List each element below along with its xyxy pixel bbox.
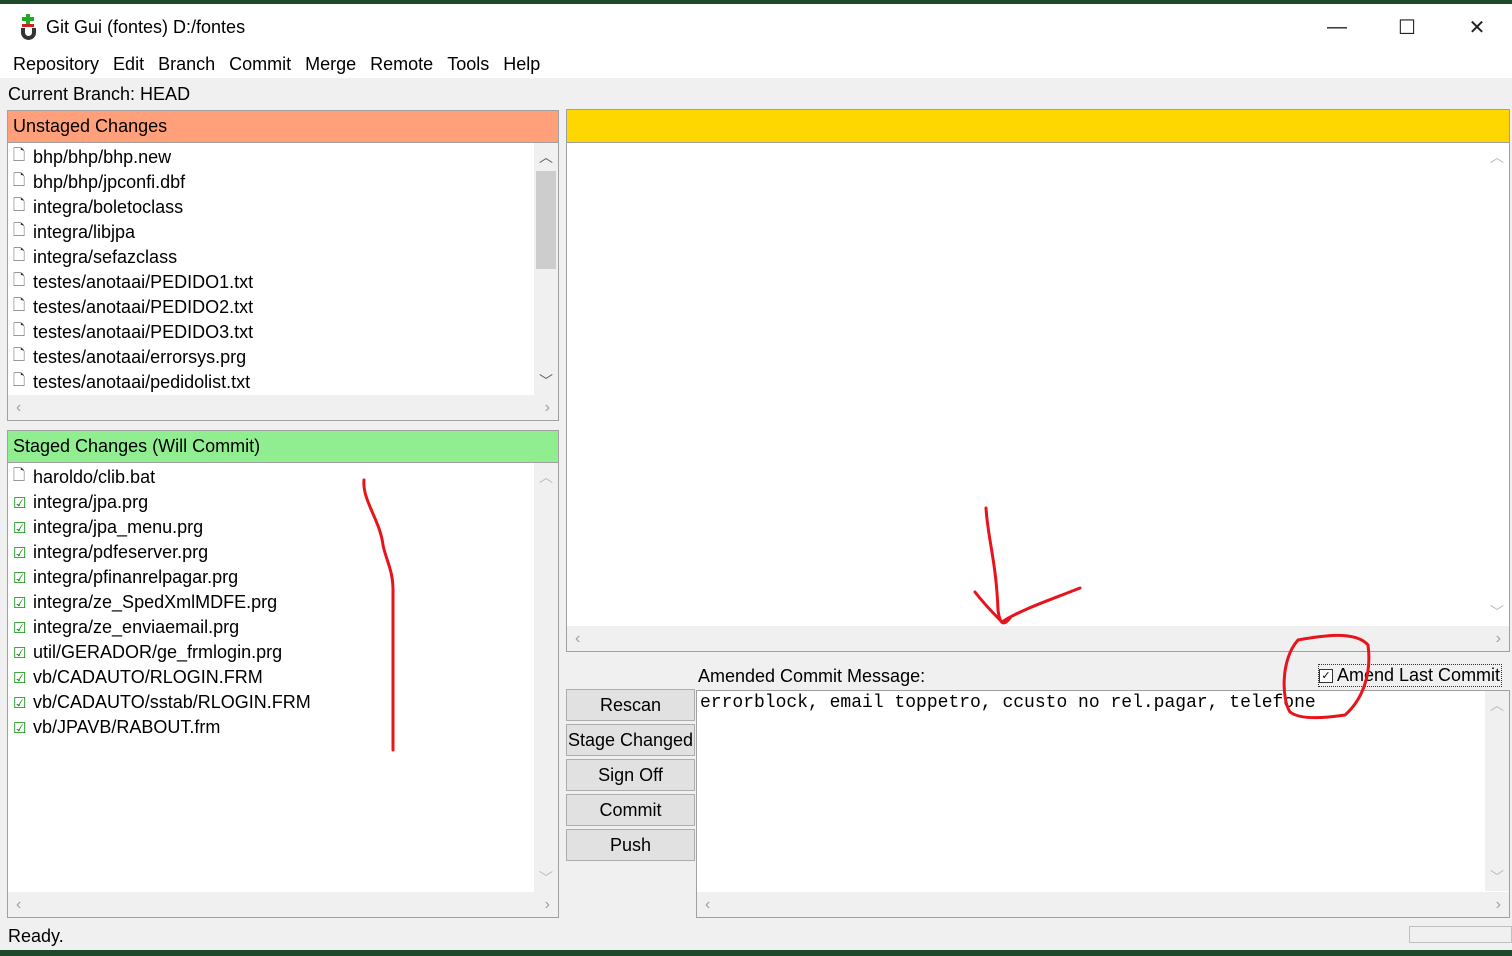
annotation-line <box>362 478 395 752</box>
annotation-circle <box>1282 633 1371 720</box>
annotation-arrow <box>973 506 1082 625</box>
red-annotations <box>362 478 1371 752</box>
